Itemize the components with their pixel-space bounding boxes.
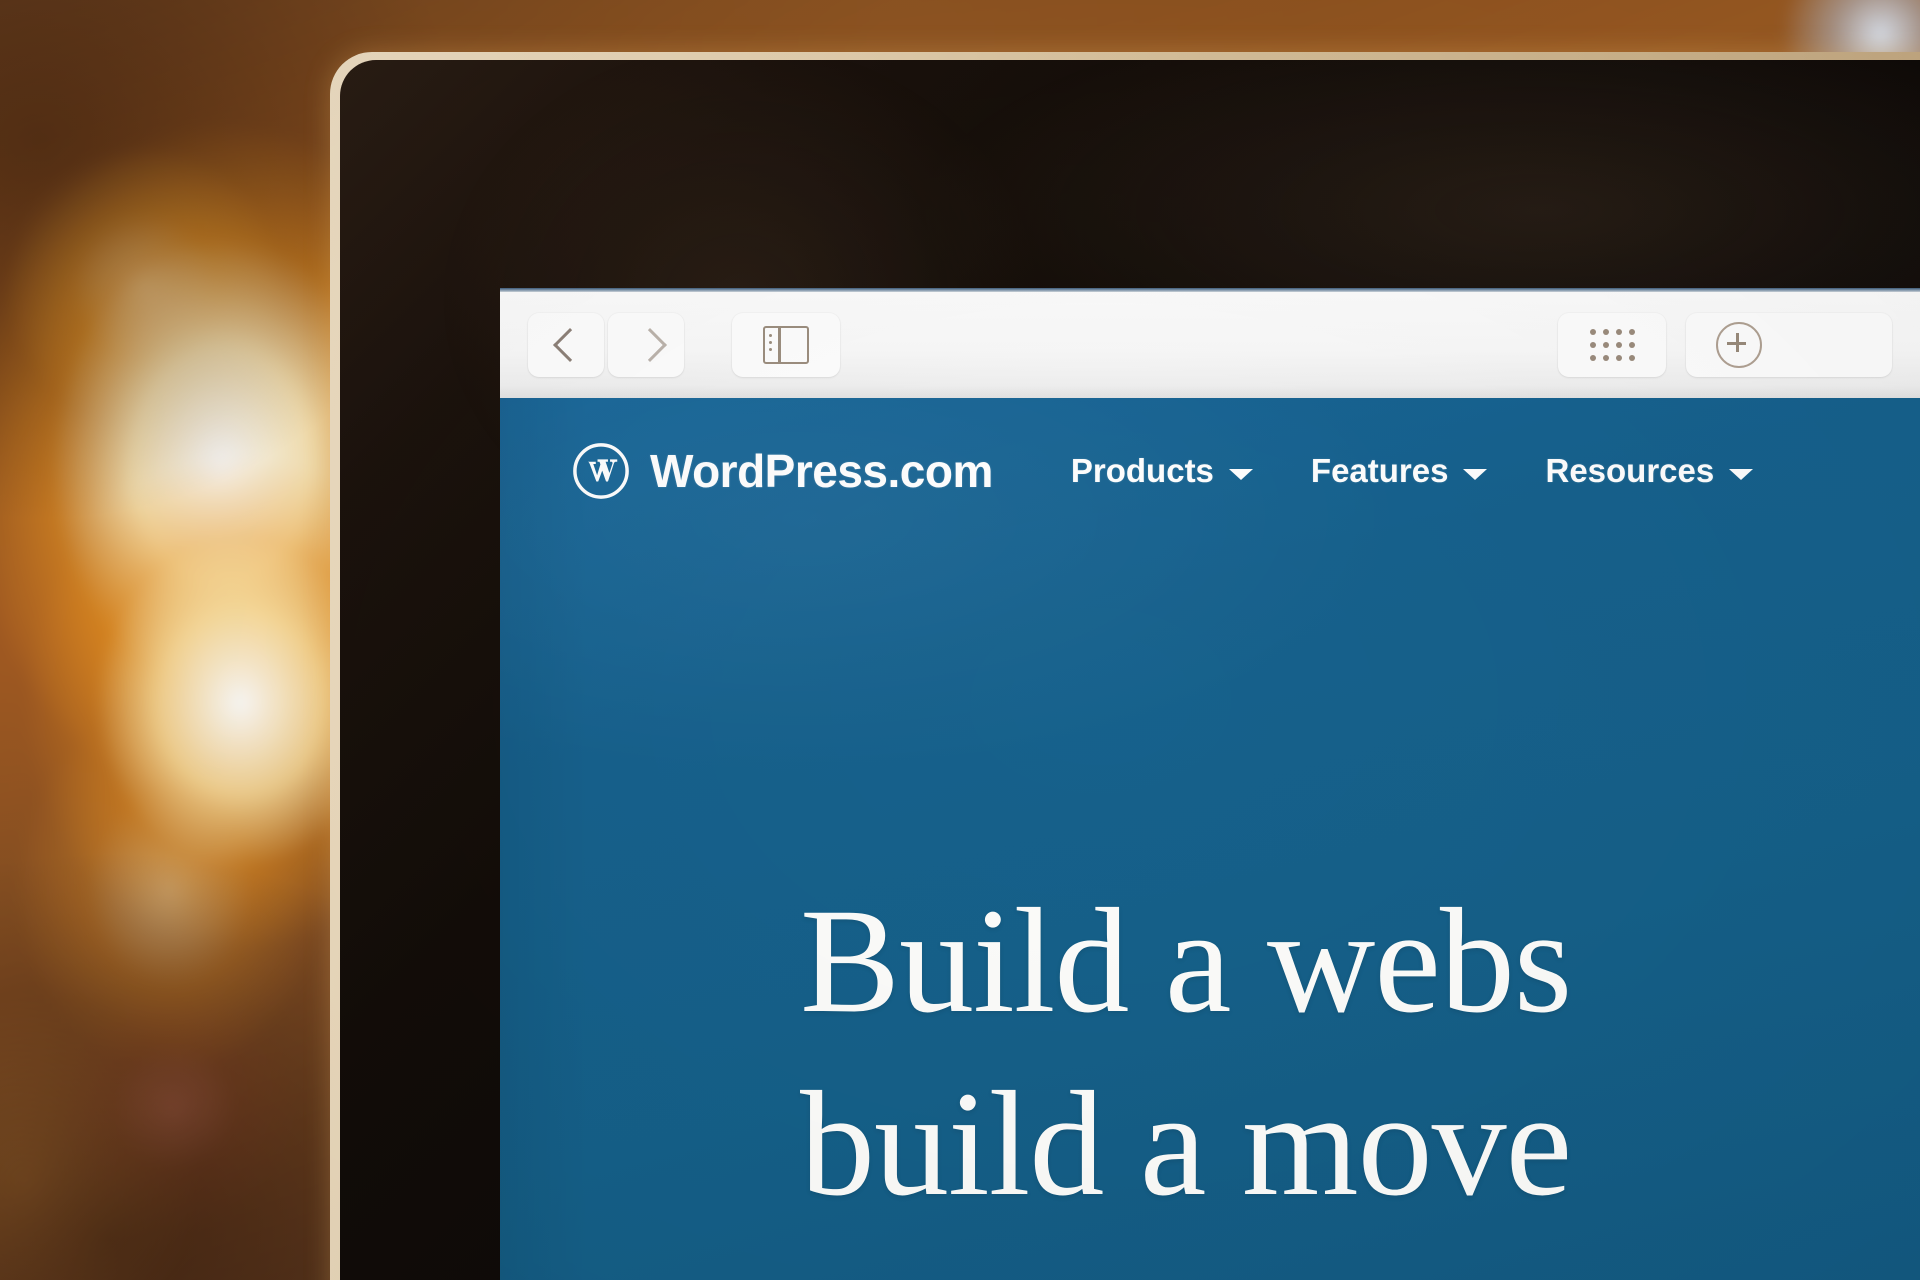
webpage-content: WordPress.com Products Features Resource… — [500, 398, 1920, 1280]
forward-button[interactable] — [608, 313, 684, 377]
site-header: WordPress.com Products Features Resource… — [500, 398, 1920, 544]
hero-heading-line-1: Build a webs — [800, 878, 1572, 1044]
nav-item-features-label: Features — [1310, 452, 1449, 489]
chevron-right-icon — [635, 327, 657, 363]
nav-item-resources[interactable]: Resources — [1545, 452, 1754, 490]
nav-item-resources-label: Resources — [1545, 452, 1715, 489]
nav-item-products-label: Products — [1070, 452, 1214, 489]
hero-heading: Build a webs build a move — [800, 870, 1920, 1236]
chevron-down-icon — [1729, 468, 1754, 480]
nav-item-products[interactable]: Products — [1071, 452, 1253, 490]
sidebar-toggle-icon — [763, 326, 809, 364]
site-nav: Products Features Resources — [1071, 452, 1754, 490]
plus-circle-icon — [1716, 322, 1762, 368]
tab-overview-button[interactable] — [1558, 313, 1666, 377]
chevron-down-icon — [1463, 468, 1488, 480]
back-button[interactable] — [528, 313, 604, 377]
chevron-left-icon — [555, 327, 577, 363]
wordpress-logo-icon — [573, 443, 629, 499]
chevron-down-icon — [1228, 468, 1253, 480]
nav-item-features[interactable]: Features — [1311, 452, 1488, 490]
sidebar-toggle-button[interactable] — [732, 313, 840, 377]
grid-dots-icon — [1589, 329, 1635, 361]
new-tab-button[interactable] — [1686, 313, 1892, 377]
site-brand[interactable]: WordPress.com — [572, 442, 993, 500]
browser-toolbar — [500, 292, 1920, 398]
hero-heading-line-2: build a move — [800, 1061, 1572, 1227]
site-wordmark: WordPress.com — [650, 445, 993, 497]
photo-scene: WordPress.com Products Features Resource… — [0, 0, 1920, 1280]
toolbar-right-group — [1558, 313, 1892, 377]
laptop-screen: WordPress.com Products Features Resource… — [500, 288, 1920, 1280]
